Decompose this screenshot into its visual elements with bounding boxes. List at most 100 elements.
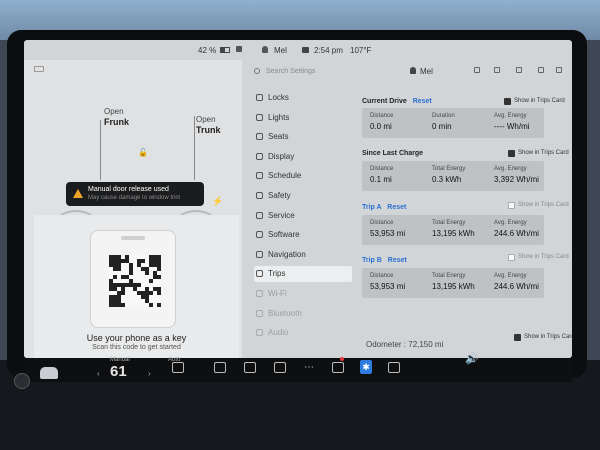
show-card-label: Show in Trips Card	[518, 150, 569, 156]
download-icon[interactable]	[474, 67, 480, 73]
camera-app-icon[interactable]	[332, 362, 344, 373]
since-last-charge-stats: Distance 0.1 mi Total Energy 0.3 kWh Avg. …	[362, 161, 544, 191]
car-panel: Open Frunk Open Trunk 🔓 Manual door rele…	[24, 60, 242, 358]
car-icon[interactable]	[40, 367, 58, 379]
rear-defrost-icon[interactable]	[274, 362, 286, 373]
trips-icon	[256, 270, 263, 278]
fan-icon[interactable]	[172, 362, 184, 373]
audio-icon	[256, 329, 263, 337]
nav-item-software[interactable]: Software	[254, 227, 352, 243]
nav-item-display[interactable]: Display	[254, 149, 352, 165]
calendar-icon[interactable]	[388, 362, 400, 373]
temp-down-chevron-icon[interactable]: ‹	[97, 369, 100, 378]
cabin-temp-value: 61	[110, 363, 127, 380]
stat-total-energy: Total Energy 13,195 kWh	[432, 220, 475, 238]
bell-icon[interactable]	[494, 67, 500, 73]
outside-temperature: 107°F	[350, 46, 372, 55]
open-trunk-button[interactable]: Open Trunk	[196, 115, 221, 136]
trip-a-title: Trip A Reset	[362, 204, 406, 211]
checkbox-checked[interactable]	[504, 98, 511, 105]
cabin-temperature[interactable]: Manual 61	[110, 357, 130, 380]
checkbox-unchecked[interactable]	[508, 254, 515, 261]
qr-cell	[121, 291, 125, 295]
checkbox-checked[interactable]	[508, 150, 515, 157]
show-card-label: Show in Trips Card	[514, 98, 565, 104]
nav-item-label: Lights	[268, 112, 290, 122]
trip-b-label: Trip B	[362, 257, 382, 264]
nav-item-locks[interactable]: Locks	[254, 90, 352, 106]
headlights-icon[interactable]	[34, 66, 44, 72]
alert-icon[interactable]	[302, 47, 309, 53]
charge-port-icon[interactable]: ⚡	[212, 196, 223, 207]
qr-code	[109, 255, 161, 307]
nav-item-lights[interactable]: Lights	[254, 110, 352, 126]
nav-item-safety[interactable]: Safety	[254, 188, 352, 204]
qr-cell	[137, 283, 141, 287]
nav-item-wifi[interactable]: Wi-Fi	[254, 286, 352, 302]
phone-key-card: Use your phone as a key Scan this code t…	[34, 215, 239, 358]
profile-name[interactable]: Mel	[420, 67, 433, 76]
stat-avg-energy: Avg. Energy 244.6 Wh/mi	[494, 220, 539, 238]
more-icon[interactable]: ⋯	[304, 362, 316, 373]
open-frunk-button[interactable]: Open Frunk	[104, 107, 129, 128]
display-icon	[256, 152, 263, 160]
settings-nav: Search Settings Locks Lights Seats Display S…	[248, 60, 356, 358]
stat-total-energy: Total Energy 13,195 kWh	[432, 273, 475, 291]
phone-key-title: Use your phone as a key	[86, 333, 187, 343]
door-release-alert[interactable]: Manual door release used May cause damag…	[66, 182, 204, 206]
bluetooth-icon[interactable]: ✱	[360, 360, 372, 374]
bluetooth-icon	[256, 309, 263, 317]
odometer: Odometer : 72,150 mi	[366, 340, 444, 349]
temp-up-chevron-icon[interactable]: ›	[148, 369, 151, 378]
person-icon	[410, 67, 416, 74]
lock-icon[interactable]	[236, 46, 242, 52]
front-defrost-icon[interactable]	[244, 362, 256, 373]
nav-item-label: Trips	[268, 269, 286, 279]
shield-icon	[256, 192, 263, 199]
volume-icon[interactable]: 🔊	[465, 352, 479, 365]
nav-item-trips[interactable]: Trips	[254, 266, 352, 283]
driver-profile[interactable]: Mel	[274, 46, 287, 55]
nav-item-seats[interactable]: Seats	[254, 129, 352, 145]
checkbox-unchecked[interactable]	[508, 202, 515, 209]
qr-cell	[149, 303, 153, 307]
download-icon	[256, 231, 263, 239]
reset-current-drive-button[interactable]: Reset	[413, 98, 432, 105]
reset-trip-a-button[interactable]: Reset	[387, 204, 406, 211]
show-card-label: Show in Trips Card	[524, 334, 572, 340]
frunk-name: Frunk	[104, 117, 130, 127]
qr-cell	[117, 267, 121, 271]
nav-item-label: Wi-Fi	[268, 289, 287, 298]
show-card-label: Show in Trips Card	[518, 254, 569, 260]
stat-distance: Distance 53,953 mi	[370, 273, 406, 291]
trip-b-title: Trip B Reset	[362, 257, 407, 264]
stat-distance: Distance 53,953 mi	[370, 220, 406, 238]
search-settings[interactable]: Search Settings	[254, 66, 354, 78]
stat-avg-energy: Avg. Energy 3,392 Wh/mi	[494, 166, 539, 184]
battery-icon	[220, 47, 230, 53]
qr-cell	[113, 275, 117, 279]
profile-row: Mel	[356, 60, 572, 78]
nav-item-label: Locks	[268, 93, 289, 102]
stat-duration: Duration 0 min	[432, 113, 455, 131]
nav-item-label: Schedule	[268, 171, 302, 181]
reset-trip-b-button[interactable]: Reset	[388, 257, 407, 264]
qr-cell	[145, 271, 149, 275]
nav-item-schedule[interactable]: Schedule	[254, 168, 352, 184]
phone-speaker	[121, 236, 145, 240]
trunk-name: Trunk	[196, 125, 221, 135]
unlock-icon[interactable]: 🔓	[138, 148, 148, 157]
nav-item-navigation[interactable]: Navigation	[254, 247, 352, 263]
camera-icon[interactable]	[14, 373, 30, 389]
home-icon[interactable]	[516, 67, 522, 73]
lightbulb-icon	[256, 113, 263, 121]
car-outline	[100, 120, 101, 180]
bluetooth-icon[interactable]	[538, 67, 544, 73]
nav-item-bluetooth[interactable]: Bluetooth	[254, 306, 352, 322]
nav-item-service[interactable]: Service	[254, 208, 352, 224]
seat-heater-icon[interactable]	[214, 362, 226, 373]
status-bar: 42 % Mel 2:54 pm 107°F	[24, 40, 572, 60]
signal-icon[interactable]	[556, 67, 562, 73]
nav-item-audio[interactable]: Audio	[254, 325, 352, 341]
checkbox-checked[interactable]	[514, 334, 521, 341]
